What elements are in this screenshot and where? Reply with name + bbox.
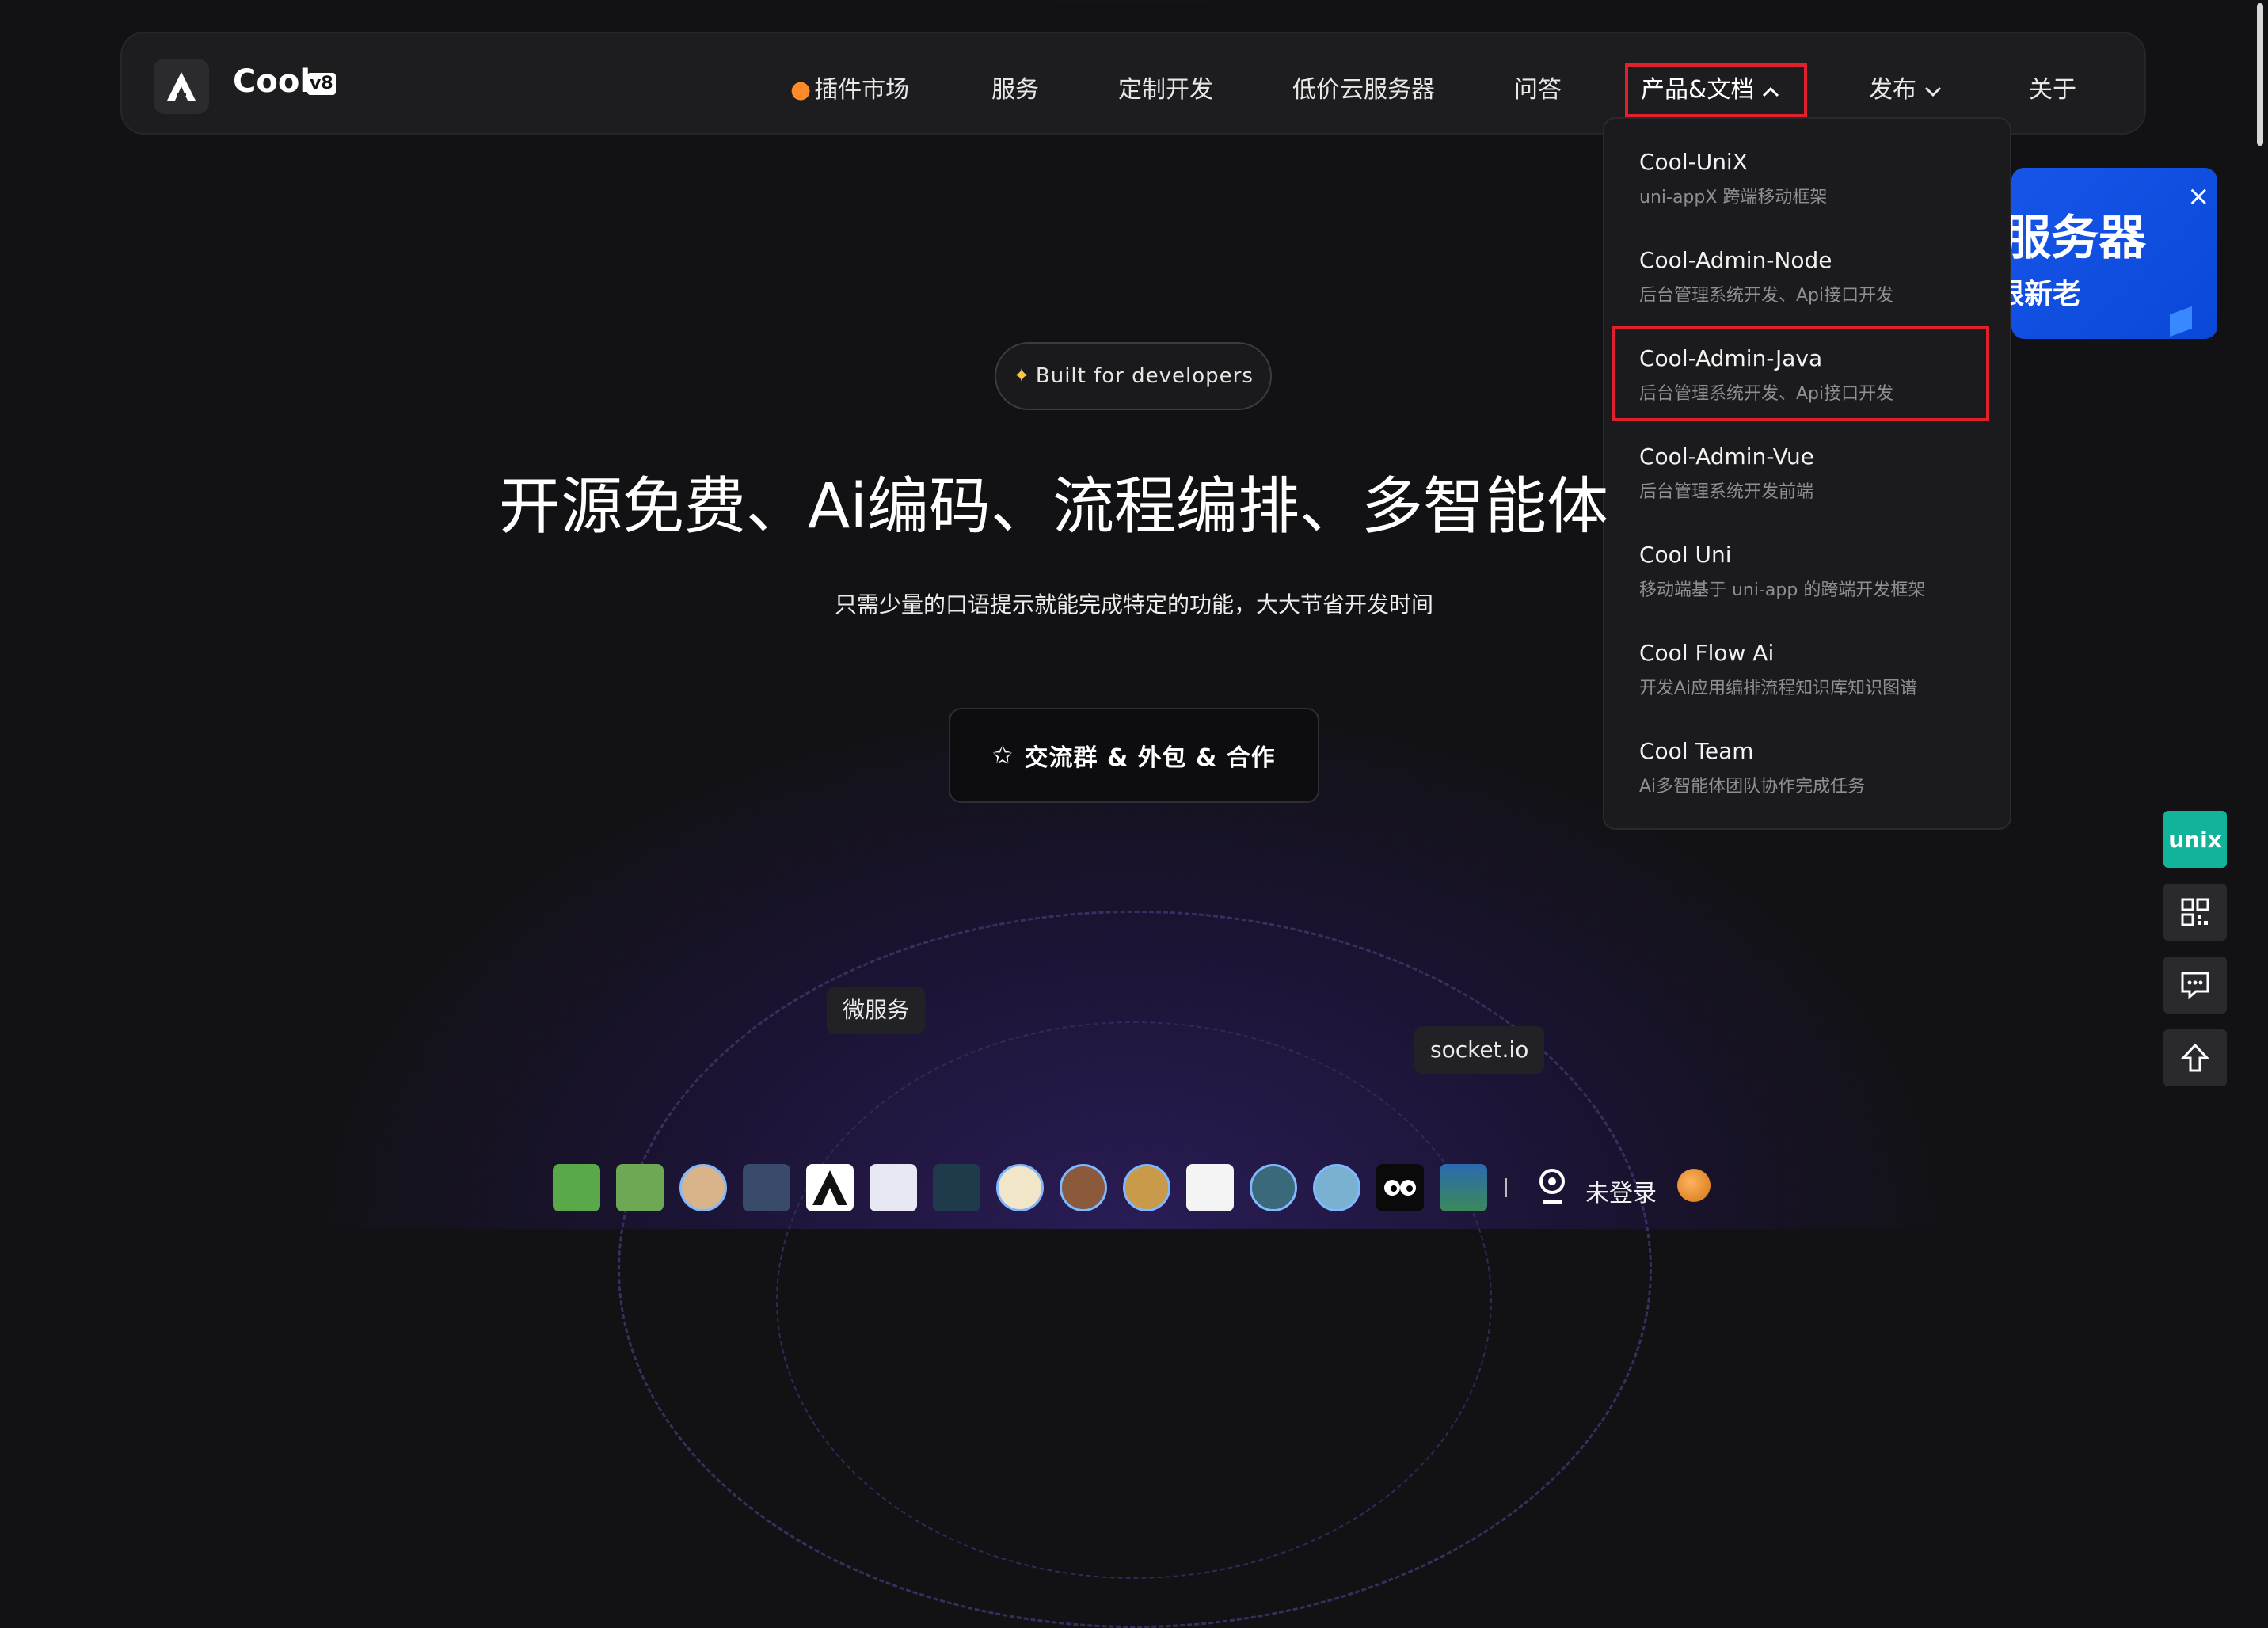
- version-badge: v8: [307, 73, 336, 95]
- dropdown-item-cool-admin-vue[interactable]: Cool-Admin-Vue 后台管理系统开发前端: [1639, 443, 1814, 503]
- orbit-ring-inner: [776, 1021, 1492, 1579]
- promo-banner[interactable]: 云服务器 限新老 ×: [2011, 168, 2217, 339]
- dropdown-item-cool-flow-ai[interactable]: Cool Flow Ai 开发Ai应用编排流程知识库知识图谱: [1639, 640, 1917, 699]
- star-icon: ✩: [992, 741, 1014, 770]
- page-scrollbar[interactable]: [2257, 3, 2263, 146]
- avatar[interactable]: [679, 1164, 727, 1211]
- nav-about[interactable]: 关于: [2029, 70, 2076, 105]
- dropdown-item-title: Cool-Admin-Vue: [1639, 443, 1815, 470]
- built-for-developers-pill: ✦ Built for developers: [995, 342, 1272, 410]
- avatar[interactable]: [553, 1164, 600, 1211]
- dropdown-item-title: Cool Flow Ai: [1639, 640, 1775, 666]
- avatar[interactable]: [870, 1164, 917, 1211]
- nav-label: 定制开发: [1118, 76, 1213, 104]
- avatar[interactable]: [1440, 1164, 1487, 1211]
- nav-label: 插件市场: [814, 76, 910, 104]
- nav-label: 低价云服务器: [1292, 76, 1435, 104]
- dropdown-item-title: Cool Uni: [1639, 542, 1732, 568]
- dropdown-item-subtitle: Ai多智能体团队协作完成任务: [1639, 777, 1866, 797]
- dropdown-item-title: Cool-Admin-Node: [1639, 247, 1832, 273]
- tech-tag-socketio: socket.io: [1414, 1026, 1545, 1074]
- tech-tag-microservice: 微服务: [827, 987, 926, 1034]
- sparkle-icon: ✦: [1013, 364, 1031, 388]
- nav-qa[interactable]: 问答: [1514, 70, 1562, 105]
- avatar[interactable]: [743, 1164, 790, 1211]
- avatar[interactable]: [996, 1164, 1044, 1211]
- chat-icon[interactable]: [2163, 957, 2227, 1014]
- dropdown-item-subtitle: 后台管理系统开发、Api接口开发: [1639, 286, 1894, 306]
- divider: [1505, 1178, 1507, 1197]
- avatar[interactable]: [933, 1164, 980, 1211]
- avatar[interactable]: [616, 1164, 664, 1211]
- dropdown-item-cool-admin-node[interactable]: Cool-Admin-Node 后台管理系统开发、Api接口开发: [1639, 247, 1893, 306]
- avatar[interactable]: [1060, 1164, 1107, 1211]
- hero-subheading: 只需少量的口语提示就能完成特定的功能，大大节省开发时间: [834, 591, 1433, 618]
- community-button[interactable]: ✩ 交流群 & 外包 & 合作: [949, 708, 1319, 803]
- nav-plugin-market[interactable]: ● 插件市场: [790, 70, 909, 105]
- nav-cloud-server[interactable]: 低价云服务器: [1292, 70, 1435, 105]
- cube-icon: [2170, 306, 2192, 337]
- dropdown-item-subtitle: 后台管理系统开发前端: [1639, 482, 1814, 502]
- avatar[interactable]: [1376, 1164, 1424, 1211]
- qrcode-icon[interactable]: [2163, 884, 2227, 941]
- dropdown-item-title: Cool-UniX: [1639, 149, 1748, 175]
- nav-label: 问答: [1514, 76, 1562, 104]
- avatar[interactable]: [806, 1164, 854, 1211]
- dropdown-item-highlight: [1612, 326, 1989, 421]
- nav-label: 关于: [2029, 76, 2076, 104]
- back-to-top-icon[interactable]: [2163, 1029, 2227, 1086]
- unix-button[interactable]: unix: [2163, 811, 2227, 868]
- avatar[interactable]: [1250, 1164, 1297, 1211]
- dropdown-item-subtitle: 开发Ai应用编排流程知识库知识图谱: [1639, 679, 1918, 698]
- dropdown-item-cool-team[interactable]: Cool Team Ai多智能体团队协作完成任务: [1639, 738, 1865, 797]
- promo-title: 云服务器: [2011, 211, 2146, 266]
- avatar[interactable]: [1123, 1164, 1170, 1211]
- dropdown-item-title: Cool Team: [1639, 738, 1754, 764]
- nav-release[interactable]: 发布: [1869, 70, 1942, 105]
- chevron-down-icon: [1924, 76, 1942, 104]
- dropdown-item-cool-unix[interactable]: Cool-UniX uni-appX 跨端移动框架: [1639, 149, 1827, 208]
- active-nav-highlight: [1625, 63, 1807, 117]
- avatar[interactable]: [1313, 1164, 1360, 1211]
- flame-icon: ●: [790, 76, 812, 104]
- nav-services[interactable]: 服务: [991, 70, 1039, 105]
- cta-label: 交流群 & 外包 & 合作: [1024, 744, 1276, 772]
- coin-icon[interactable]: [1677, 1169, 1711, 1202]
- close-icon[interactable]: ×: [2187, 181, 2210, 212]
- logo-text[interactable]: Cool: [233, 63, 310, 100]
- pill-label: Built for developers: [1035, 364, 1254, 388]
- dropdown-item-subtitle: uni-appX 跨端移动框架: [1639, 188, 1828, 207]
- products-dropdown: Cool-UniX uni-appX 跨端移动框架 Cool-Admin-Nod…: [1603, 117, 2011, 830]
- nav-label: 服务: [991, 76, 1039, 104]
- promo-subtitle: 限新老: [2011, 278, 2082, 310]
- hero-headline: 开源免费、Ai编码、流程编排、多智能体: [499, 471, 1608, 542]
- logo-icon[interactable]: [154, 59, 209, 114]
- nav-custom-dev[interactable]: 定制开发: [1118, 70, 1213, 105]
- nav-label: 发布: [1869, 76, 1916, 104]
- avatar[interactable]: [1186, 1164, 1234, 1211]
- user-icon[interactable]: [1535, 1167, 1570, 1208]
- login-status[interactable]: 未登录: [1585, 1173, 1657, 1208]
